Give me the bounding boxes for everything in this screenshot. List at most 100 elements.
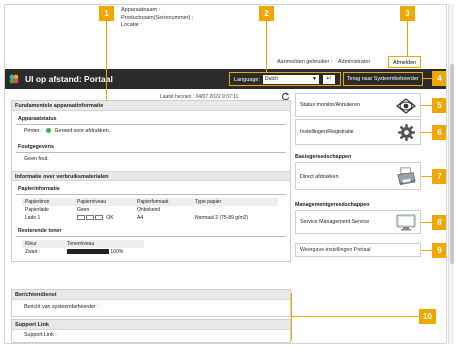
column-header: Tonerniveau — [64, 240, 144, 248]
admin-message: Bericht van systeembeheerder : — [24, 304, 99, 310]
printer-status-row: Printer : Gereed voor afdrukken. — [12, 128, 290, 134]
scrollbar-thumb[interactable] — [450, 64, 454, 264]
language-value: Dutch — [265, 76, 279, 82]
callout-badge: 10 — [419, 309, 436, 324]
login-user-label: Aanmelden gebruiker : — [277, 59, 333, 65]
back-to-admin-button[interactable]: Terug naar Systeembeheerder — [343, 72, 423, 86]
device-info-title: Fundamentele apparaatinformatie — [12, 101, 290, 111]
callout-leader — [266, 19, 267, 73]
callout-leader — [291, 316, 419, 317]
table-cell: Geen — [77, 207, 90, 213]
support-link-text[interactable]: Support Link : — [12, 332, 290, 338]
status-monitor-label: Status monitor/Annuleren — [300, 102, 360, 108]
divider — [16, 194, 286, 195]
login-user-name: Administrator — [337, 59, 371, 65]
callout-badge: 5 — [432, 98, 446, 113]
table-cell: OK — [74, 214, 134, 222]
message-board-panel: Berichtendienst Bericht van systeembehee… — [11, 289, 291, 317]
table-cell — [192, 206, 278, 214]
printer-icon — [397, 167, 416, 186]
direct-print-button[interactable]: Direct afdrukken — [295, 162, 421, 190]
table-row: Lade 1 OK A4 Normaal 2 (75-89 g/m2) — [22, 214, 278, 222]
chevron-down-icon: ▼ — [312, 76, 317, 82]
toner-level-text: 100% — [110, 249, 124, 255]
enter-arrow-icon: ↵ — [326, 76, 332, 82]
device-info-header: Apparaatnaam : Productnaam(Serienummer) … — [5, 5, 446, 68]
column-header: Papierniveau — [74, 198, 134, 206]
basic-tools-heading: Basisgereedschappen — [295, 154, 352, 160]
product-name-label: Productnaam(Serienummer) : — [121, 14, 194, 21]
printer-status: Gereed voor afdrukken. — [54, 128, 111, 134]
column-header: Type papier — [192, 198, 278, 206]
divider — [16, 152, 286, 153]
toner-level-bar — [67, 249, 109, 255]
logout-button[interactable]: Afmelden — [388, 56, 422, 68]
callout-badge: 6 — [432, 125, 446, 140]
language-dropdown[interactable]: Dutch ▼ — [263, 75, 319, 84]
service-management-button[interactable]: Service Management Service — [295, 210, 421, 234]
callout-badge: 9 — [432, 243, 446, 258]
device-info-lines: Apparaatnaam : Productnaam(Serienummer) … — [121, 7, 193, 30]
header-bar: UI op afstand: Portaal Language: Dutch ▼… — [5, 69, 446, 89]
support-link-panel: Support Link Support Link : — [11, 319, 291, 343]
portal-display-settings-link[interactable]: Weergave-instellingen Portaal — [295, 243, 421, 257]
callout-leader — [106, 19, 107, 101]
login-user-line: Aanmelden gebruiker : Administrator — [277, 59, 370, 65]
direct-print-label: Direct afdrukken — [300, 174, 339, 180]
language-apply-button[interactable]: ↵ — [323, 75, 335, 84]
table-row: Zwart : 100% — [22, 248, 144, 256]
settings-label: Instellingen/Registratie — [300, 129, 354, 135]
table-row: Papierlade Geen Onbekend — [22, 206, 278, 214]
message-board-title: Berichtendienst — [12, 290, 290, 300]
column-header: Kleur — [22, 240, 64, 248]
table-header-row: Kleur Tonerniveau — [22, 240, 144, 248]
divider — [16, 236, 286, 237]
callout-leader — [291, 293, 292, 341]
management-tools-heading: Managementgereedschappen — [295, 202, 370, 208]
ok-status-icon — [46, 128, 52, 134]
remote-ui-logo-icon — [8, 73, 20, 85]
callout-badge: 4 — [432, 71, 446, 86]
service-management-label: Service Management Service — [300, 219, 370, 225]
table-cell: Papierlade — [25, 207, 49, 213]
table-cell: A4 — [137, 215, 144, 221]
gear-icon — [398, 124, 415, 141]
column-header: Papierformaat — [134, 198, 192, 206]
toner-heading: Resterende toner — [18, 228, 62, 234]
callout-badge: 1 — [99, 6, 114, 21]
support-link-title: Support Link — [12, 320, 290, 330]
divider — [16, 124, 286, 125]
callout-badge: 8 — [432, 215, 446, 230]
language-label: Language: — [234, 77, 260, 83]
callout-badge: 2 — [259, 6, 274, 21]
printer-label: Printer : — [24, 128, 43, 134]
table-header-row: Papierbron Papierniveau Papierformaat Ty… — [22, 198, 278, 206]
language-selector: Language: Dutch ▼ ↵ — [229, 72, 341, 86]
paper-info-heading: Papierinformatie — [18, 186, 60, 192]
table-cell: Normaal 2 (75-89 g/m2) — [195, 215, 249, 221]
table-cell: Lade 1 — [25, 215, 41, 221]
vertical-scrollbar[interactable] — [448, 4, 454, 344]
callout-leader — [407, 19, 408, 57]
device-info-panel: Fundamentele apparaatinformatie Apparaat… — [11, 100, 291, 262]
eye-icon — [396, 98, 416, 114]
portal-display-label: Weergave-instellingen Portaal — [300, 247, 371, 253]
table-cell: Zwart : — [25, 249, 41, 255]
device-name-label: Apparaatnaam : — [121, 7, 161, 13]
error-text: Geen fout. — [24, 156, 49, 162]
paper-level-text: OK — [106, 215, 114, 221]
monitor-icon — [396, 214, 416, 231]
consumables-title: Informatie over verbruiksmaterialen — [12, 171, 290, 181]
table-cell: Onbekend — [137, 207, 161, 213]
status-monitor-button[interactable]: Status monitor/Annuleren — [295, 93, 421, 117]
callout-badge: 3 — [400, 6, 415, 21]
settings-registration-button[interactable]: Instellingen/Registratie — [295, 119, 421, 145]
app-title: UI op afstand: Portaal — [25, 74, 113, 84]
error-info-heading: Foutgegevens — [18, 144, 54, 150]
paper-table: Papierbron Papierniveau Papierformaat Ty… — [22, 198, 278, 222]
remote-ui-window: Apparaatnaam : Productnaam(Serienummer) … — [4, 4, 447, 344]
location-label: Locatie : — [121, 22, 142, 28]
device-status-heading: Apparaatstatus — [18, 116, 57, 122]
paper-level-bar — [77, 215, 105, 221]
toner-table: Kleur Tonerniveau Zwart : 100% — [22, 240, 144, 256]
